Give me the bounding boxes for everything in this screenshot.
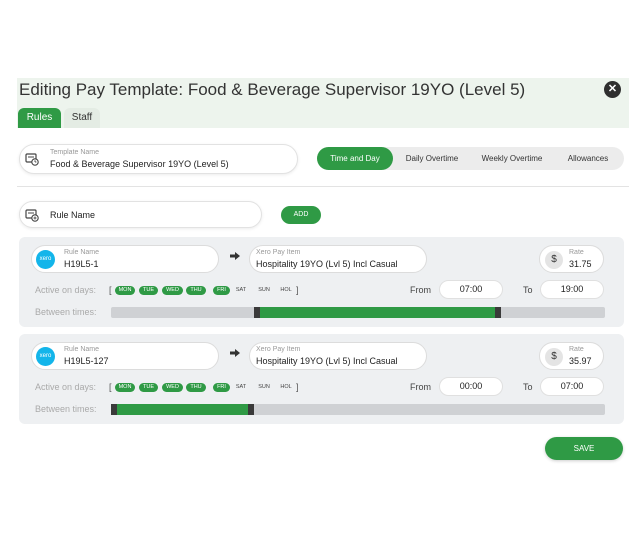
day-toggle-hol[interactable]: HOL — [278, 383, 294, 392]
arrow-right-icon — [230, 252, 240, 260]
time-range-slider[interactable] — [111, 307, 605, 318]
template-clock-icon — [25, 153, 39, 166]
xero-pay-item-value[interactable]: Hospitality 19YO (Lvl 5) Incl Casual — [256, 356, 398, 366]
day-toggle-thu[interactable]: THU — [186, 383, 206, 392]
bracket-close: ] — [296, 285, 299, 295]
range-start-handle[interactable] — [111, 404, 117, 415]
to-label: To — [523, 285, 533, 295]
rate-field[interactable]: $ Rate 31.75 — [539, 245, 604, 273]
range-end-handle[interactable] — [248, 404, 254, 415]
from-time-input[interactable]: 00:00 — [439, 377, 503, 396]
template-name-value[interactable]: Food & Beverage Supervisor 19YO (Level 5… — [50, 159, 229, 169]
dollar-icon: $ — [545, 348, 563, 366]
rate-label: Rate — [569, 249, 584, 256]
modal-title: Editing Pay Template: Food & Beverage Su… — [19, 80, 526, 99]
day-toggle-fri[interactable]: FRI — [213, 383, 230, 392]
bracket-open: [ — [109, 285, 112, 295]
pay-template-modal: Editing Pay Template: Food & Beverage Su… — [17, 78, 629, 468]
day-toggle-wed[interactable]: WED — [162, 286, 183, 295]
rule-name-field[interactable]: xero Rule Name H19L5-1 — [31, 245, 219, 273]
day-toggle-sun[interactable]: SUN — [255, 286, 273, 295]
active-days-label: Active on days: — [35, 382, 97, 392]
tab-allowances[interactable]: Allowances — [555, 147, 621, 170]
divider — [17, 186, 629, 187]
day-toggle-thu[interactable]: THU — [186, 286, 206, 295]
rule-name-value[interactable]: H19L5-127 — [64, 356, 109, 366]
rate-value[interactable]: 31.75 — [569, 259, 592, 269]
template-name-label: Template Name — [50, 149, 100, 156]
rule-name-field[interactable]: xero Rule Name H19L5-127 — [31, 342, 219, 370]
day-toggle-wed[interactable]: WED — [162, 383, 183, 392]
xero-pay-item-value[interactable]: Hospitality 19YO (Lvl 5) Incl Casual — [256, 259, 398, 269]
xero-pay-item-label: Xero Pay Item — [256, 346, 301, 353]
day-toggle-mon[interactable]: MON — [115, 286, 135, 295]
tab-daily-overtime[interactable]: Daily Overtime — [395, 147, 469, 170]
add-rule-button[interactable]: ADD — [281, 206, 321, 224]
tab-staff[interactable]: Staff — [64, 108, 100, 128]
xero-logo-icon: xero — [36, 347, 55, 366]
modal-header: Editing Pay Template: Food & Beverage Su… — [17, 78, 629, 128]
time-range-fill — [111, 404, 254, 415]
rule-name-label: Rule Name — [64, 249, 100, 256]
day-toggle-sat[interactable]: SAT — [233, 383, 249, 392]
template-name-field[interactable]: Template Name Food & Beverage Supervisor… — [19, 144, 298, 174]
time-range-fill — [254, 307, 501, 318]
tab-weekly-overtime[interactable]: Weekly Overtime — [471, 147, 553, 170]
bracket-open: [ — [109, 382, 112, 392]
dollar-icon: $ — [545, 251, 563, 269]
rule-name-value[interactable]: H19L5-1 — [64, 259, 99, 269]
rate-value[interactable]: 35.97 — [569, 356, 592, 366]
rule-card: xero Rule Name H19L5-1 Xero Pay Item Hos… — [19, 237, 624, 327]
from-label: From — [410, 382, 431, 392]
day-toggle-tue[interactable]: TUE — [139, 383, 158, 392]
arrow-right-icon — [230, 349, 240, 357]
rule-name-label: Rule Name — [64, 346, 100, 353]
xero-logo-icon: xero — [36, 250, 55, 269]
bracket-close: ] — [296, 382, 299, 392]
tab-time-and-day[interactable]: Time and Day — [317, 147, 393, 170]
new-rule-placeholder: Rule Name — [50, 210, 96, 220]
to-label: To — [523, 382, 533, 392]
between-times-label: Between times: — [35, 404, 97, 414]
day-toggle-mon[interactable]: MON — [115, 383, 135, 392]
section-tabs: Time and Day Daily Overtime Weekly Overt… — [317, 147, 624, 170]
from-label: From — [410, 285, 431, 295]
close-icon[interactable]: ✕ — [604, 81, 621, 98]
time-range-slider[interactable] — [111, 404, 605, 415]
to-time-input[interactable]: 07:00 — [540, 377, 604, 396]
xero-pay-item-label: Xero Pay Item — [256, 249, 301, 256]
active-days-label: Active on days: — [35, 285, 97, 295]
range-start-handle[interactable] — [254, 307, 260, 318]
xero-pay-item-field[interactable]: Xero Pay Item Hospitality 19YO (Lvl 5) I… — [249, 245, 427, 273]
day-toggle-tue[interactable]: TUE — [139, 286, 158, 295]
day-toggle-sat[interactable]: SAT — [233, 286, 249, 295]
day-toggle-sun[interactable]: SUN — [255, 383, 273, 392]
range-end-handle[interactable] — [495, 307, 501, 318]
rule-plus-icon — [25, 209, 39, 222]
day-toggle-fri[interactable]: FRI — [213, 286, 230, 295]
xero-pay-item-field[interactable]: Xero Pay Item Hospitality 19YO (Lvl 5) I… — [249, 342, 427, 370]
new-rule-name-input[interactable]: Rule Name — [19, 201, 262, 228]
rate-field[interactable]: $ Rate 35.97 — [539, 342, 604, 370]
from-time-input[interactable]: 07:00 — [439, 280, 503, 299]
rate-label: Rate — [569, 346, 584, 353]
tab-rules[interactable]: Rules — [18, 108, 61, 128]
rule-card: xero Rule Name H19L5-127 Xero Pay Item H… — [19, 334, 624, 424]
to-time-input[interactable]: 19:00 — [540, 280, 604, 299]
save-button[interactable]: SAVE — [545, 437, 623, 460]
day-toggle-hol[interactable]: HOL — [278, 286, 294, 295]
between-times-label: Between times: — [35, 307, 97, 317]
